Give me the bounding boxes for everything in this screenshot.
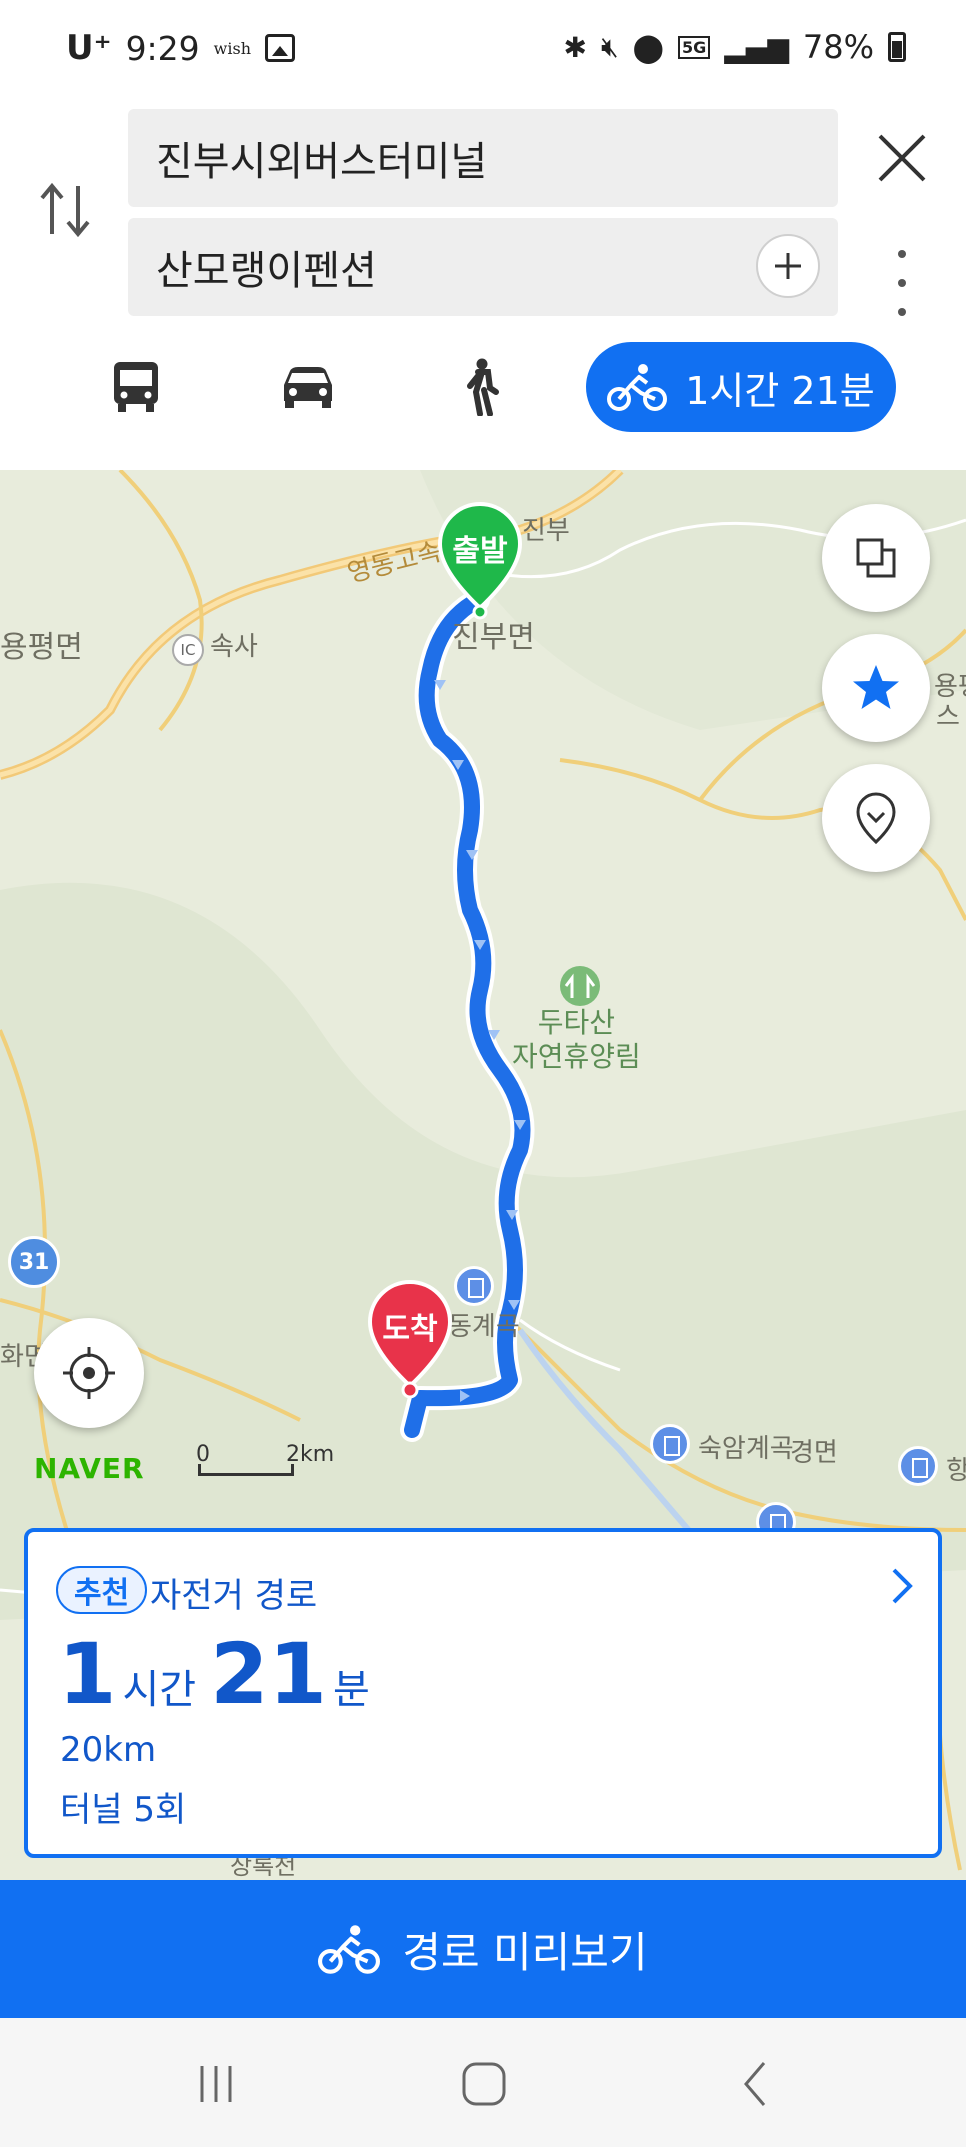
status-left: U⁺ 9:29 wish <box>66 28 295 68</box>
battery-percent: 78% <box>802 28 874 66</box>
layers-icon <box>856 538 896 578</box>
map-pin-icon <box>856 792 896 845</box>
start-field[interactable]: 진부시외버스터미널 <box>128 109 838 207</box>
yongpyeong-label: 용평면 <box>0 630 83 665</box>
bicycle-icon <box>318 1925 381 1974</box>
more-dot <box>898 279 906 287</box>
bus-icon <box>114 362 158 412</box>
right-edge-label-2: 스 <box>936 702 960 732</box>
place-pin-button[interactable] <box>822 764 930 872</box>
duration-hours: 1 <box>58 1625 117 1723</box>
recent-apps-button[interactable] <box>186 2054 246 2114</box>
myeon-label: 경면 <box>790 1438 838 1468</box>
right-poi-icon[interactable] <box>898 1446 938 1486</box>
dutasan-label: 두타산 자연휴양림 <box>512 1006 641 1074</box>
chevron-right-icon[interactable] <box>886 1564 918 1608</box>
end-pin[interactable]: 도착 <box>356 1278 464 1416</box>
scale-bar <box>198 1464 294 1476</box>
tab-car[interactable] <box>258 342 358 432</box>
crosshair-icon <box>63 1347 115 1399</box>
bluetooth-icon: ✱ <box>563 30 588 64</box>
bicycle-duration: 1시간 21분 <box>685 368 875 413</box>
dutasan-line1: 두타산 <box>537 1006 616 1039</box>
walking-icon <box>467 358 499 416</box>
bicycle-icon <box>607 364 668 411</box>
battery-icon <box>888 32 906 62</box>
status-right: ✱ 🔇︎ ⬤ 5G ▂▄▆ 78% <box>564 28 906 66</box>
right-edge-label-3: 항 <box>946 1456 966 1486</box>
more-dot <box>898 308 906 316</box>
duration-minutes-unit: 분 <box>332 1667 370 1713</box>
start-field-text: 진부시외버스터미널 <box>156 139 488 185</box>
route-preview-button[interactable]: 경로 미리보기 <box>0 1880 966 2018</box>
route-distance: 20km <box>60 1730 157 1770</box>
carrier-label: U⁺ <box>66 28 112 68</box>
sogsa-label: 속사 <box>210 632 258 662</box>
signal-icon: ▂▄▆ <box>724 30 789 64</box>
duration-hours-unit: 시간 <box>122 1667 197 1713</box>
start-pin[interactable]: 출발 <box>426 500 534 638</box>
home-button[interactable] <box>454 2054 514 2114</box>
route-search-panel: 진부시외버스터미널 산모랭이펜션 1시간 21분 <box>0 100 966 470</box>
network-badge: 5G <box>678 35 711 59</box>
star-icon <box>853 665 899 709</box>
more-dot <box>898 250 906 258</box>
route-tunnels: 터널 5회 <box>60 1790 187 1830</box>
status-bar: U⁺ 9:29 wish ✱ 🔇︎ ⬤ 5G ▂▄▆ 78% <box>0 0 966 100</box>
clock: 9:29 <box>125 28 200 68</box>
tab-bus[interactable] <box>86 342 186 432</box>
map-scale: 0 2km <box>196 1442 336 1482</box>
gallery-icon <box>265 34 295 62</box>
route-31-badge: 31 <box>8 1236 60 1288</box>
location-icon: ⬤ <box>632 30 664 64</box>
transport-mode-tabs: 1시간 21분 <box>0 342 966 432</box>
destination-field-text: 산모랭이펜션 <box>156 248 377 294</box>
close-icon[interactable] <box>872 128 932 188</box>
wish-label: wish <box>213 38 251 58</box>
route-preview-label: 경로 미리보기 <box>402 1927 648 1977</box>
map-layers-button[interactable] <box>822 504 930 612</box>
naver-logo: NAVER <box>34 1452 145 1485</box>
current-location-button[interactable] <box>34 1318 144 1428</box>
duration-minutes: 21 <box>210 1625 327 1723</box>
swap-icon[interactable] <box>38 180 92 240</box>
back-icon <box>744 2062 766 2106</box>
dutasan-line2: 자연휴양림 <box>512 1040 641 1073</box>
recommended-badge: 추천 <box>56 1566 148 1614</box>
ic-badge: IC <box>172 634 204 666</box>
recent-apps-icon <box>200 2066 232 2102</box>
add-waypoint-button[interactable] <box>756 234 820 298</box>
car-icon <box>284 367 332 408</box>
plus-icon <box>775 253 801 279</box>
system-nav-bar <box>0 2018 966 2147</box>
mute-icon: 🔇︎ <box>601 30 619 63</box>
sukam-poi-icon[interactable] <box>650 1424 690 1464</box>
more-options-button[interactable] <box>890 250 914 316</box>
back-button[interactable] <box>726 2054 786 2114</box>
tab-walk[interactable] <box>430 342 530 432</box>
route-type-label: 자전거 경로 <box>150 1576 318 1616</box>
destination-field[interactable]: 산모랭이펜션 <box>128 218 838 316</box>
favorites-button[interactable] <box>822 634 930 742</box>
tab-bicycle[interactable]: 1시간 21분 <box>586 342 896 432</box>
route-summary-card[interactable]: 추천 자전거 경로 1 시간 21 분 20km 터널 5회 <box>24 1528 942 1858</box>
route-duration: 1 시간 21 분 <box>58 1632 384 1716</box>
ic-sogsa-label: IC 속사 <box>172 626 258 666</box>
start-pin-label: 출발 <box>452 534 508 569</box>
home-icon <box>462 2062 506 2106</box>
end-pin-label: 도착 <box>382 1312 438 1347</box>
sukam-label: 숙암계곡 <box>698 1434 794 1464</box>
